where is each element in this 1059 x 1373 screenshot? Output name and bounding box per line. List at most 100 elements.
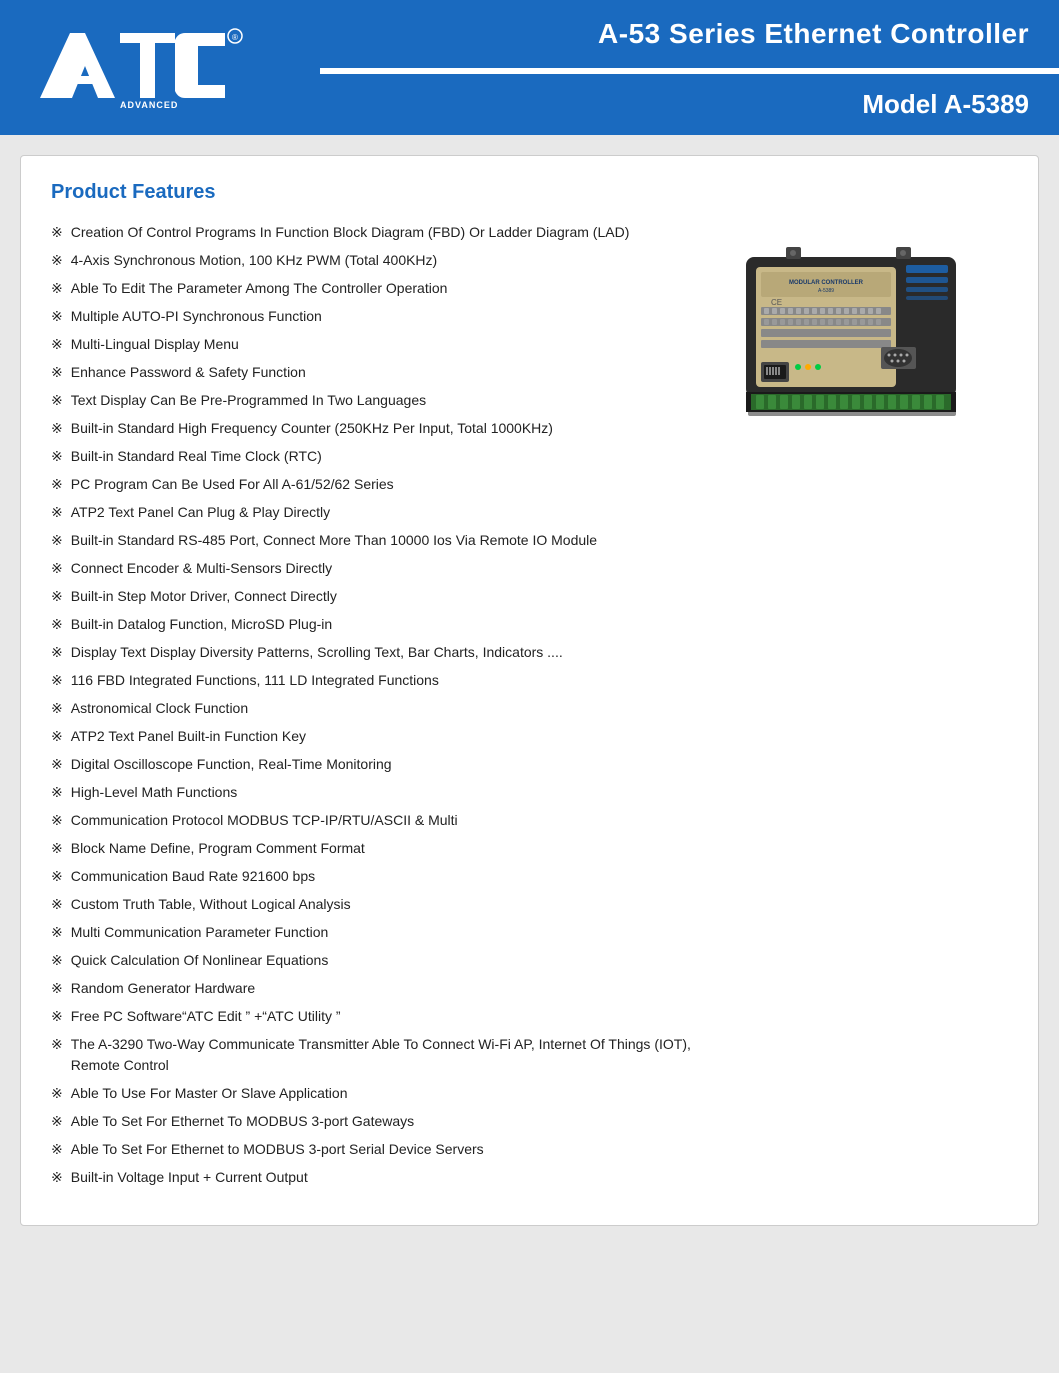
list-item: ※ Able To Set For Ethernet To MODBUS 3-po… (51, 1111, 708, 1132)
list-item: ※ 116 FBD Integrated Functions, 111 LD In… (51, 670, 708, 691)
list-item: ※Free PC Software“ATC Edit ” +“ATC Utili… (51, 1006, 708, 1027)
feature-text: Able To Set For Ethernet To MODBUS 3-por… (71, 1111, 414, 1132)
feature-bullet: ※ (51, 922, 63, 943)
list-item: ※Built-in Step Motor Driver, Connect Dir… (51, 586, 708, 607)
feature-text: High-Level Math Functions (71, 782, 238, 803)
feature-text: Text Display Can Be Pre-Programmed In Tw… (71, 390, 426, 411)
feature-bullet: ※ (51, 530, 63, 551)
svg-text:A-5389: A-5389 (817, 288, 833, 294)
list-item: ※ Digital Oscilloscope Function, Real-Tim… (51, 754, 708, 775)
feature-bullet: ※ (51, 810, 63, 831)
svg-text:®: ® (232, 33, 238, 42)
feature-bullet: ※ (51, 250, 63, 271)
feature-text: Communication Protocol MODBUS TCP-IP/RTU… (71, 810, 458, 831)
feature-text: PC Program Can Be Used For All A-61/52/6… (71, 474, 394, 495)
svg-text:CE: CE (771, 298, 782, 307)
feature-bullet: ※ (51, 334, 63, 355)
list-item: ※ Random Generator Hardware (51, 978, 708, 999)
feature-bullet: ※ (51, 362, 63, 383)
feature-bullet: ※ (51, 838, 63, 859)
feature-text: Built-in Standard High Frequency Counter… (71, 418, 553, 439)
device-image-area: MODULAR CONTROLLER A-5389 CE (728, 222, 1008, 1195)
feature-text: Connect Encoder & Multi-Sensors Directly (71, 558, 332, 579)
list-item: ※ATP2 Text Panel Can Plug & Play Directl… (51, 502, 708, 523)
feature-text: Built-in Standard RS-485 Port, Connect M… (71, 530, 597, 551)
feature-bullet: ※ (51, 1006, 63, 1027)
list-item: ※Quick Calculation Of Nonlinear Equation… (51, 950, 708, 971)
feature-text: Enhance Password & Safety Function (71, 362, 306, 383)
feature-text: Astronomical Clock Function (71, 698, 248, 719)
feature-text: Block Name Define, Program Comment Forma… (71, 838, 365, 859)
header-titles: A-53 Series Ethernet Controller Model A-… (320, 0, 1059, 135)
list-item: ※ Display Text Display Diversity Patterns… (51, 642, 708, 663)
list-item: ※ Built-in Standard RS-485 Port, Connect … (51, 530, 708, 551)
feature-text: Able To Edit The Parameter Among The Con… (71, 278, 448, 299)
feature-text: Quick Calculation Of Nonlinear Equations (71, 950, 329, 971)
list-item: ※Astronomical Clock Function (51, 698, 708, 719)
feature-bullet: ※ (51, 754, 63, 775)
feature-bullet: ※ (51, 642, 63, 663)
feature-text: Multi-Lingual Display Menu (71, 334, 239, 355)
list-item: ※ Built-in Standard High Frequency Counte… (51, 418, 708, 439)
feature-text: Built-in Voltage Input + Current Output (71, 1167, 308, 1188)
list-item: ※The A-3290 Two-Way Communicate Transmit… (51, 1034, 708, 1076)
list-item: ※4-Axis Synchronous Motion, 100 KHz PWM … (51, 250, 708, 271)
list-item: ※ Communication Protocol MODBUS TCP-IP/RT… (51, 810, 708, 831)
feature-bullet: ※ (51, 866, 63, 887)
feature-bullet: ※ (51, 222, 63, 243)
feature-bullet: ※ (51, 390, 63, 411)
model-title: Model A-5389 (862, 89, 1029, 120)
feature-text: Display Text Display Diversity Patterns,… (71, 642, 563, 663)
list-item: ※ Able To Set For Ethernet to MODBUS 3-po… (51, 1139, 708, 1160)
feature-bullet: ※ (51, 782, 63, 803)
feature-text: Random Generator Hardware (71, 978, 255, 999)
feature-text: Able To Set For Ethernet to MODBUS 3-por… (71, 1139, 484, 1160)
feature-bullet: ※ (51, 558, 63, 579)
feature-bullet: ※ (51, 1111, 63, 1132)
features-layout: ※ Creation Of Control Programs In Functio… (51, 222, 1008, 1195)
feature-bullet: ※ (51, 726, 63, 747)
feature-bullet: ※ (51, 1139, 63, 1160)
feature-bullet: ※ (51, 894, 63, 915)
feature-text: Able To Use For Master Or Slave Applicat… (71, 1083, 348, 1104)
list-item: ※ High-Level Math Functions (51, 782, 708, 803)
list-item: ※ Custom Truth Table, Without Logical Ana… (51, 894, 708, 915)
features-list: ※ Creation Of Control Programs In Functio… (51, 222, 708, 1195)
feature-text: Digital Oscilloscope Function, Real-Time… (71, 754, 392, 775)
feature-bullet: ※ (51, 670, 63, 691)
section-title: Product Features (51, 181, 1008, 204)
feature-bullet: ※ (51, 418, 63, 439)
feature-text: Creation Of Control Programs In Function… (71, 222, 630, 243)
feature-text: Custom Truth Table, Without Logical Anal… (71, 894, 351, 915)
list-item: ※Built-in Datalog Function, MicroSD Plug… (51, 614, 708, 635)
list-item: ※ Communication Baud Rate 921600 bps (51, 866, 708, 887)
list-item: ※ Text Display Can Be Pre-Programmed In T… (51, 390, 708, 411)
feature-text: Built-in Standard Real Time Clock (RTC) (71, 446, 322, 467)
list-item: ※ PC Program Can Be Used For All A-61/52/… (51, 474, 708, 495)
series-title: A-53 Series Ethernet Controller (598, 18, 1029, 50)
page-header: ® ADVANCED TECHNOLOGY A-53 Series Ethern… (0, 0, 1059, 135)
feature-bullet: ※ (51, 306, 63, 327)
atc-logo: ® ADVANCED TECHNOLOGY (40, 28, 280, 108)
feature-text: Built-in Datalog Function, MicroSD Plug-… (71, 614, 332, 635)
feature-bullet: ※ (51, 474, 63, 495)
feature-text: 116 FBD Integrated Functions, 111 LD Int… (71, 670, 439, 691)
list-item: ※ Built-in Standard Real Time Clock (RTC) (51, 446, 708, 467)
feature-text: Multi Communication Parameter Function (71, 922, 329, 943)
svg-text:ADVANCED: ADVANCED (120, 100, 178, 108)
list-item: ※ Multi Communication Parameter Function (51, 922, 708, 943)
feature-text: ATP2 Text Panel Built-in Function Key (71, 726, 306, 747)
feature-text: Communication Baud Rate 921600 bps (71, 866, 315, 887)
feature-bullet: ※ (51, 586, 63, 607)
list-item: ※ Enhance Password & Safety Function (51, 362, 708, 383)
feature-bullet: ※ (51, 1167, 63, 1188)
list-item: ※ ATP2 Text Panel Built-in Function Key (51, 726, 708, 747)
feature-bullet: ※ (51, 278, 63, 299)
list-item: ※ Able To Edit The Parameter Among The Co… (51, 278, 708, 299)
list-item: ※ Block Name Define, Program Comment Form… (51, 838, 708, 859)
feature-bullet: ※ (51, 978, 63, 999)
feature-bullet: ※ (51, 446, 63, 467)
feature-text: Multiple AUTO-PI Synchronous Function (71, 306, 322, 327)
list-item: ※ Multiple AUTO-PI Synchronous Function (51, 306, 708, 327)
list-item: ※ Connect Encoder & Multi-Sensors Directl… (51, 558, 708, 579)
